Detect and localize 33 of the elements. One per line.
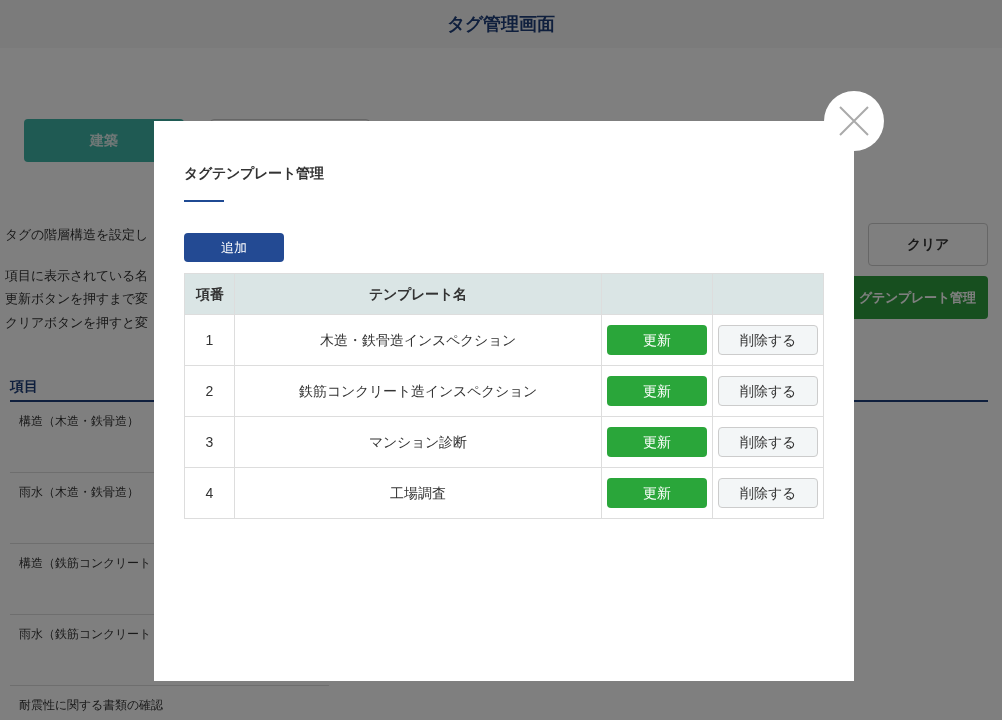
add-button[interactable]: 追加 <box>184 233 284 262</box>
table-cell: 4 <box>184 467 235 519</box>
update-button[interactable]: 更新 <box>607 427 707 457</box>
delete-button[interactable]: 削除する <box>718 376 818 406</box>
update-button[interactable]: 更新 <box>607 376 707 406</box>
table-cell: 3 <box>184 416 235 468</box>
item-label: 構造（木造・鉄骨造） <box>19 414 139 428</box>
page-title: タグ管理画面 <box>447 12 555 36</box>
close-icon <box>839 106 869 136</box>
table-cell: マンション診断 <box>234 416 602 468</box>
update-button[interactable]: 更新 <box>607 478 707 508</box>
modal-title: タグテンプレート管理 <box>184 164 324 183</box>
delete-button[interactable]: 削除する <box>718 427 818 457</box>
note-text: 更新ボタンを押すまで変 <box>5 290 148 308</box>
item-label: 耐震性に関する書類の確認 <box>19 698 163 712</box>
delete-button[interactable]: 削除する <box>718 478 818 508</box>
table-header: 項番 <box>184 273 235 315</box>
item-label: 雨水（鉄筋コンクリート <box>19 627 151 641</box>
column-heading: 項目 <box>10 378 38 394</box>
item-label: 構造（鉄筋コンクリート <box>19 556 151 570</box>
table-cell: 2 <box>184 365 235 417</box>
table-cell: 鉄筋コンクリート造インスペクション <box>234 365 602 417</box>
delete-button[interactable]: 削除する <box>718 325 818 355</box>
table-cell: 1 <box>184 314 235 366</box>
table-cell: 木造・鉄骨造インスペクション <box>234 314 602 366</box>
item-label: 雨水（木造・鉄骨造） <box>19 485 139 499</box>
update-button[interactable]: 更新 <box>607 325 707 355</box>
table-cell: 工場調査 <box>234 467 602 519</box>
table-header: テンプレート名 <box>234 273 602 315</box>
note-text: クリアボタンを押すと変 <box>5 313 148 332</box>
note-text: 項目に表示されている名 <box>5 266 148 285</box>
note-text: タグの階層構造を設定し <box>5 226 148 244</box>
clear-button[interactable]: クリア <box>868 223 988 266</box>
